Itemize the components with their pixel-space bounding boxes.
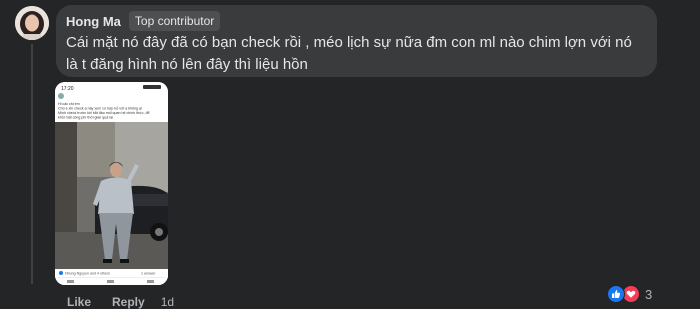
comment-image-attachment[interactable]: 17:20 Hi các chị em Cho e xin check ạ nà…: [55, 82, 168, 285]
reaction-summary[interactable]: 3: [607, 284, 652, 304]
attachment-answer-count: 1 answer: [141, 272, 156, 276]
author-name[interactable]: Hong Ma: [66, 14, 121, 29]
post-line-1: Hi các chị em: [58, 102, 80, 106]
photo-of-man: [55, 122, 168, 269]
author-row: Hong Ma Top contributor: [66, 11, 221, 31]
comment-thread: Hong Ma Top contributor Cái mặt nó đây đ…: [0, 0, 700, 309]
top-contributor-badge: Top contributor: [128, 11, 221, 31]
thumbs-up-icon: [607, 285, 625, 303]
post-line-2: Cho e xin check ạ này xem có hợp hỏ với …: [58, 107, 142, 111]
comment-bubble: Hong Ma Top contributor Cái mặt nó đây đ…: [56, 5, 657, 77]
author-avatar[interactable]: [15, 6, 49, 40]
comment-actions: Like Reply 1d: [67, 294, 174, 309]
post-line-4: khỏi mất công phí thời gian quá lại: [58, 116, 113, 120]
reaction-count: 3: [645, 286, 653, 302]
comment-timestamp[interactable]: 1d: [161, 295, 174, 309]
status-time: 17:20: [61, 86, 74, 92]
post-line-3: Mình check trước khi bắt đầu mối quan hệ…: [58, 110, 149, 115]
like-button[interactable]: Like: [67, 295, 91, 309]
comment-text: Cái mặt nó đây đã có bạn check rồi , méo…: [66, 34, 632, 73]
reply-button[interactable]: Reply: [112, 295, 145, 309]
attachment-reactions-text: Nhung Nguyen and 4 others: [65, 272, 110, 276]
thread-line: [31, 44, 33, 284]
